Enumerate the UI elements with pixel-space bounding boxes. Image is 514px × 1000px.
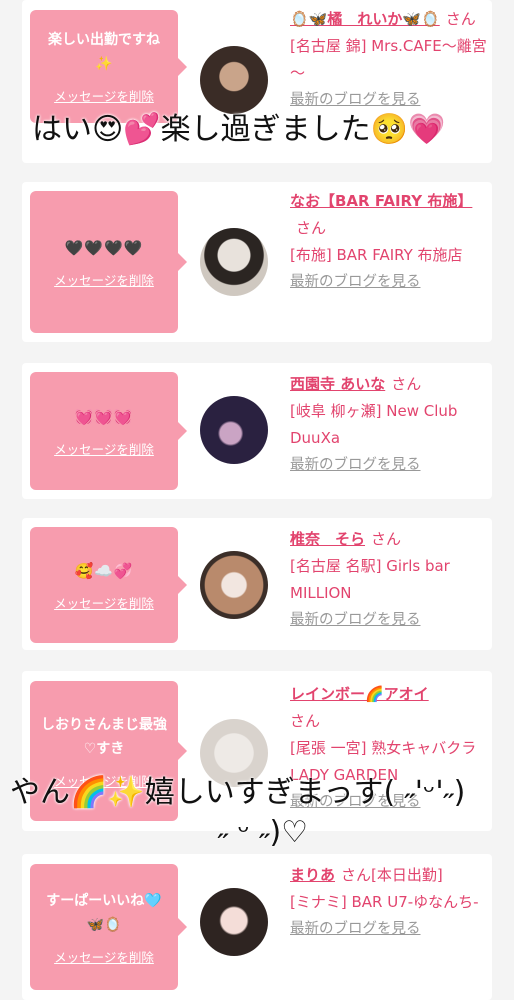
cast-name-link[interactable]: 西園寺 あいな xyxy=(290,375,385,393)
san-suffix: さん xyxy=(296,219,327,237)
overlay-text-bottom-line2: ˶ ᵕ ˶)♡ xyxy=(218,815,309,850)
shop-name: [布施] BAR FAIRY 布施店 xyxy=(290,246,463,264)
delete-message-link[interactable]: メッセージを削除 xyxy=(54,593,154,612)
message-card: すーぱーいいね🩵🦋🪞 メッセージを削除 まりあ さん[本日出勤] [ミナミ] BA… xyxy=(22,854,492,1000)
cast-info: 椎奈 そら さん [名古屋 名駅] Girls bar MILLION 最新のブロ… xyxy=(290,526,490,634)
message-card: 🥰☁️💞 メッセージを削除 椎奈 そら さん [名古屋 名駅] Girls bar… xyxy=(22,518,492,650)
cast-name-link[interactable]: 椎奈 そら xyxy=(290,530,365,548)
shop-name: [岐阜 柳ヶ瀬] New Club DuuXa xyxy=(290,402,458,447)
cast-info: まりあ さん[本日出勤] [ミナミ] BAR U7-ゆなんち- 最新のブログを見る xyxy=(290,862,490,943)
cast-name-link[interactable]: まりあ xyxy=(290,866,335,884)
san-suffix: さん xyxy=(445,10,476,28)
message-bubble: すーぱーいいね🩵🦋🪞 メッセージを削除 xyxy=(30,864,187,990)
cast-name-link[interactable]: レインボー🌈アオイ xyxy=(290,685,429,703)
latest-blog-link[interactable]: 最新のブログを見る xyxy=(290,87,490,114)
status-tag: [本日出勤] xyxy=(371,866,443,884)
cast-name-link[interactable]: 🪞🦋橘 れいか🦋🪞 xyxy=(290,10,440,28)
avatar[interactable] xyxy=(200,551,268,619)
message-card: 🖤🖤🖤🖤 メッセージを削除 なお【BAR FAIRY 布施】さん [布施] BA… xyxy=(22,182,492,342)
overlay-text-top: はい😍💕楽し過ぎました🥺💗 xyxy=(32,112,446,147)
san-suffix: さん xyxy=(341,866,372,884)
avatar[interactable] xyxy=(200,888,268,956)
cast-info: 西園寺 あいな さん [岐阜 柳ヶ瀬] New Club DuuXa 最新のブログ… xyxy=(290,371,490,479)
cast-name-link[interactable]: なお【BAR FAIRY 布施】 xyxy=(290,192,472,210)
avatar[interactable] xyxy=(200,396,268,464)
message-text: すーぱーいいね🩵🦋🪞 xyxy=(46,892,162,933)
message-text: 🥰☁️💞 xyxy=(74,561,134,580)
latest-blog-link[interactable]: 最新のブログを見る xyxy=(290,452,490,479)
message-text: 🖤🖤🖤🖤 xyxy=(64,238,144,257)
avatar[interactable] xyxy=(200,228,268,296)
delete-message-link[interactable]: メッセージを削除 xyxy=(54,270,154,289)
message-card: 💓💓💓 メッセージを削除 西園寺 あいな さん [岐阜 柳ヶ瀬] New Club… xyxy=(22,363,492,499)
shop-name: [名古屋 錦] Mrs.CAFE～離宮～ xyxy=(290,37,487,82)
san-suffix: さん xyxy=(391,375,422,393)
latest-blog-link[interactable]: 最新のブログを見る xyxy=(290,916,490,943)
san-suffix: さん xyxy=(290,712,321,730)
message-bubble: 🖤🖤🖤🖤 メッセージを削除 xyxy=(30,191,187,333)
delete-message-link[interactable]: メッセージを削除 xyxy=(54,947,154,966)
delete-message-link[interactable]: メッセージを削除 xyxy=(54,86,154,105)
avatar[interactable] xyxy=(200,46,268,114)
message-bubble: 🥰☁️💞 メッセージを削除 xyxy=(30,527,187,643)
message-text: 💓💓💓 xyxy=(74,407,134,426)
san-suffix: さん xyxy=(371,530,402,548)
shop-name: [名古屋 名駅] Girls bar MILLION xyxy=(290,557,450,602)
cast-info: なお【BAR FAIRY 布施】さん [布施] BAR FAIRY 布施店 最新… xyxy=(290,188,490,296)
delete-message-link[interactable]: メッセージを削除 xyxy=(54,439,154,458)
message-text: しおりさんまじ最強♡すき xyxy=(41,716,167,757)
message-bubble: 楽しい出勤ですね✨ メッセージを削除 xyxy=(30,10,187,123)
message-bubble: 💓💓💓 メッセージを削除 xyxy=(30,372,187,490)
overlay-text-bottom-line1: やん🌈✨嬉しいすぎまっす( ˶'ᵕ'˶) xyxy=(10,775,466,810)
message-text: 楽しい出勤ですね✨ xyxy=(48,32,160,72)
shop-name: [ミナミ] BAR U7-ゆなんち- xyxy=(290,893,479,911)
latest-blog-link[interactable]: 最新のブログを見る xyxy=(290,607,490,634)
cast-info: 🪞🦋橘 れいか🦋🪞 さん [名古屋 錦] Mrs.CAFE～離宮～ 最新のブログを… xyxy=(290,6,490,114)
latest-blog-link[interactable]: 最新のブログを見る xyxy=(290,269,490,296)
